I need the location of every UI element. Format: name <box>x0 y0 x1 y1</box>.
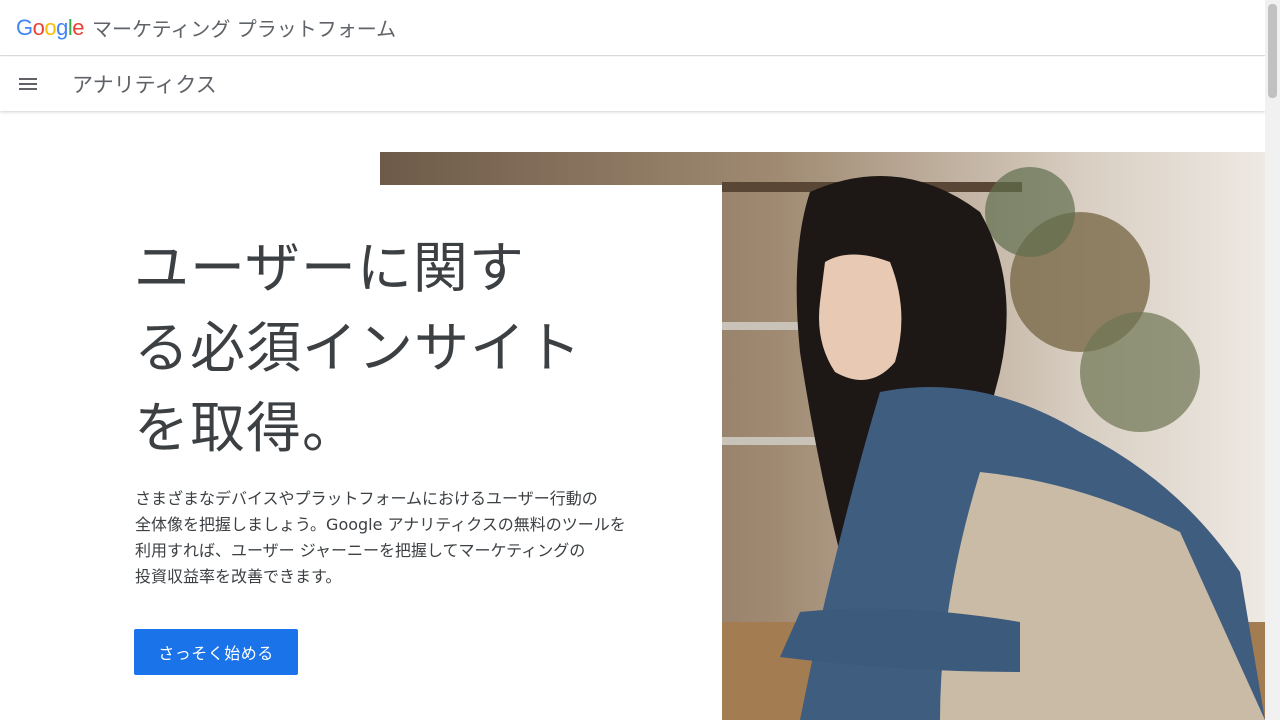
logo-letter: e <box>72 14 85 40</box>
product-name[interactable]: アナリティクス <box>72 69 217 99</box>
hero-headline: ユーザーに関す る必須インサイト を取得。 <box>134 228 654 468</box>
hero-headline-line: を取得。 <box>134 396 359 460</box>
get-started-button[interactable]: さっそく始める <box>134 629 298 675</box>
logo-letter: o <box>44 14 57 40</box>
logo-letter: o <box>32 14 45 40</box>
hamburger-menu-glyph <box>19 78 37 90</box>
hamburger-menu-icon[interactable] <box>0 57 56 111</box>
page-scrollbar[interactable] <box>1265 0 1280 720</box>
hero-headline-line: ユーザーに関す <box>134 236 525 300</box>
logo-letter: G <box>16 14 33 40</box>
brand-bar: Google マーケティング プラットフォーム <box>0 0 1265 56</box>
google-logo[interactable]: Google <box>16 14 85 41</box>
scrollbar-thumb[interactable] <box>1268 4 1277 98</box>
logo-letter: g <box>56 14 68 40</box>
hero-description: さまざまなデバイスやプラットフォームにおけるユーザー行動の 全体像を把握しましょ… <box>135 489 626 586</box>
platform-name[interactable]: マーケティング プラットフォーム <box>92 13 396 42</box>
hero-headline-line: る必須インサイト <box>134 316 583 380</box>
product-nav-bar: アナリティクス <box>0 57 1265 111</box>
